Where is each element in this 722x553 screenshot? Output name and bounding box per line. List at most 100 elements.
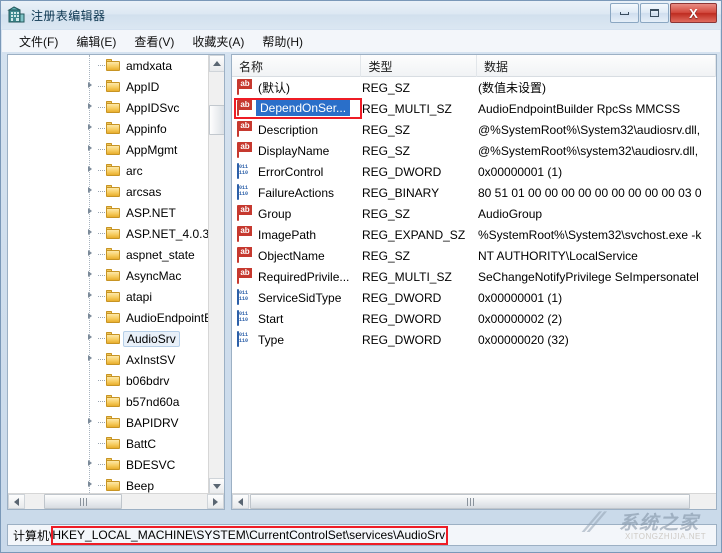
tree-item-audioendpointb[interactable]: AudioEndpointB	[8, 307, 211, 328]
expand-triangle-icon[interactable]	[88, 313, 92, 319]
expand-triangle-icon[interactable]	[88, 229, 92, 235]
tree-item-bapidrv[interactable]: BAPIDRV	[8, 412, 211, 433]
registry-tree[interactable]: amdxata AppID AppIDSvc Appinfo AppMgmt arc arc…	[8, 55, 211, 495]
expand-triangle-icon[interactable]	[88, 292, 92, 298]
expand-triangle-icon[interactable]	[88, 124, 92, 130]
tree-item-audiosrv[interactable]: AudioSrv	[8, 328, 211, 349]
tree-item-b06bdrv[interactable]: b06bdrv	[8, 370, 211, 391]
registry-value-row[interactable]: Type REG_DWORD 0x00000020 (32)	[232, 329, 716, 350]
tree-item-asyncmac[interactable]: AsyncMac	[8, 265, 211, 286]
expand-triangle-icon[interactable]	[88, 103, 92, 109]
tree-item-appinfo[interactable]: Appinfo	[8, 118, 211, 139]
registry-value-row[interactable]: ImagePath REG_EXPAND_SZ %SystemRoot%\Syste…	[232, 224, 716, 245]
tree-scroll-thumb[interactable]	[209, 105, 224, 135]
menu-edit[interactable]: 编辑(E)	[67, 31, 125, 52]
tree-item-appidsvc[interactable]: AppIDSvc	[8, 97, 211, 118]
tree-hscroll-thumb[interactable]	[44, 494, 122, 509]
binary-value-icon	[237, 163, 253, 179]
tree-item-label: Beep	[126, 478, 155, 493]
registry-values-list[interactable]: (默认) REG_SZ (数值未设置) DependOnSer... REG_MULTI…	[232, 77, 716, 495]
expand-triangle-icon[interactable]	[88, 250, 92, 256]
expand-triangle-icon[interactable]	[88, 355, 92, 361]
registry-value-row[interactable]: Description REG_SZ @%SystemRoot%\System32\…	[232, 119, 716, 140]
value-name: Description	[258, 122, 319, 137]
title-bar: 注册表编辑器 X	[1, 1, 721, 29]
tree-connector	[98, 359, 105, 360]
expand-triangle-icon[interactable]	[88, 208, 92, 214]
value-data: AudioGroup	[478, 206, 543, 221]
tree-item-asp-net[interactable]: ASP.NET	[8, 202, 211, 223]
registry-value-row[interactable]: FailureActions REG_BINARY 80 51 01 00 00 0…	[232, 182, 716, 203]
tree-item-amdxata[interactable]: amdxata	[8, 55, 211, 76]
tree-item-appid[interactable]: AppID	[8, 76, 211, 97]
list-horizontal-scrollbar[interactable]	[232, 493, 716, 509]
tree-item-label: AudioEndpointB	[126, 310, 211, 325]
registry-value-row[interactable]: ObjectName REG_SZ NT AUTHORITY\LocalServic…	[232, 245, 716, 266]
value-type: REG_SZ	[362, 248, 411, 263]
tree-item-label: arcsas	[126, 184, 162, 199]
tree-item-label: AppMgmt	[126, 142, 178, 157]
value-type: REG_DWORD	[362, 311, 442, 326]
expand-triangle-icon[interactable]	[88, 460, 92, 466]
tree-scroll-right-button[interactable]	[207, 494, 224, 509]
list-hscroll-thumb[interactable]	[250, 494, 690, 509]
list-scroll-left-button[interactable]	[232, 494, 249, 509]
expand-triangle-icon[interactable]	[88, 187, 92, 193]
tree-scroll-left-button[interactable]	[8, 494, 25, 509]
registry-value-row[interactable]: ServiceSidType REG_DWORD 0x00000001 (1)	[232, 287, 716, 308]
tree-item-aspnet-state[interactable]: aspnet_state	[8, 244, 211, 265]
tree-item-asp-net-4-0-303[interactable]: ASP.NET_4.0.303	[8, 223, 211, 244]
column-header-data[interactable]: 数据	[477, 55, 716, 77]
maximize-button[interactable]	[640, 3, 669, 23]
value-type: REG_SZ	[362, 206, 411, 221]
value-name: FailureActions	[258, 185, 335, 200]
menu-favorites[interactable]: 收藏夹(A)	[183, 31, 253, 52]
value-data: %SystemRoot%\System32\svchost.exe -k	[478, 227, 702, 242]
tree-item-battc[interactable]: BattC	[8, 433, 211, 454]
tree-item-b57nd60a[interactable]: b57nd60a	[8, 391, 211, 412]
folder-icon	[106, 59, 120, 71]
tree-item-label: atapi	[126, 289, 153, 304]
menu-help[interactable]: 帮助(H)	[253, 31, 312, 52]
expand-triangle-icon[interactable]	[88, 481, 92, 487]
tree-item-bdesvc[interactable]: BDESVC	[8, 454, 211, 475]
tree-item-atapi[interactable]: atapi	[8, 286, 211, 307]
column-header-name[interactable]: 名称	[232, 55, 362, 77]
registry-value-row[interactable]: RequiredPrivile... REG_MULTI_SZ SeChangeNo…	[232, 266, 716, 287]
close-button[interactable]: X	[670, 3, 717, 23]
registry-value-row[interactable]: Start REG_DWORD 0x00000002 (2)	[232, 308, 716, 329]
registry-value-row[interactable]: (默认) REG_SZ (数值未设置)	[232, 77, 716, 98]
registry-value-row[interactable]: Group REG_SZ AudioGroup	[232, 203, 716, 224]
expand-triangle-icon[interactable]	[88, 82, 92, 88]
tree-scroll-up-button[interactable]	[209, 55, 224, 72]
minimize-button[interactable]	[610, 3, 639, 23]
tree-item-label: AudioSrv	[123, 330, 180, 347]
tree-connector	[98, 233, 105, 234]
tree-horizontal-scrollbar[interactable]	[8, 493, 224, 509]
tree-item-arc[interactable]: arc	[8, 160, 211, 181]
tree-item-appmgmt[interactable]: AppMgmt	[8, 139, 211, 160]
tree-item-arcsas[interactable]: arcsas	[8, 181, 211, 202]
registry-values-pane[interactable]: 名称类型数据 (默认) REG_SZ (数值未设置) DependOnSer... RE…	[231, 54, 717, 510]
menu-view[interactable]: 查看(V)	[125, 31, 183, 52]
tree-item-axinstsv[interactable]: AxInstSV	[8, 349, 211, 370]
tree-connector	[98, 338, 105, 339]
registry-value-row[interactable]: DisplayName REG_SZ @%SystemRoot%\system32\…	[232, 140, 716, 161]
registry-value-row[interactable]: ErrorControl REG_DWORD 0x00000001 (1)	[232, 161, 716, 182]
tree-vertical-scrollbar[interactable]	[208, 55, 224, 495]
expand-triangle-icon[interactable]	[88, 418, 92, 424]
expand-triangle-icon[interactable]	[88, 334, 92, 340]
menu-file[interactable]: 文件(F)	[10, 31, 67, 52]
expand-triangle-icon[interactable]	[88, 271, 92, 277]
status-bar: 计算机\ HKEY_LOCAL_MACHINE\SYSTEM\CurrentCon…	[7, 524, 717, 546]
registry-tree-pane[interactable]: amdxata AppID AppIDSvc Appinfo AppMgmt arc arc…	[7, 54, 225, 510]
expand-triangle-icon[interactable]	[88, 166, 92, 172]
value-name: DependOnSer...	[256, 100, 351, 116]
value-data: AudioEndpointBuilder RpcSs MMCSS	[478, 101, 681, 116]
column-header-type[interactable]: 类型	[361, 55, 477, 77]
registry-editor-icon	[7, 6, 25, 24]
registry-value-row[interactable]: DependOnSer... REG_MULTI_SZ AudioEndpointB…	[232, 98, 716, 119]
value-name: Type	[258, 332, 285, 347]
expand-triangle-icon[interactable]	[88, 145, 92, 151]
tree-item-beep[interactable]: Beep	[8, 475, 211, 495]
